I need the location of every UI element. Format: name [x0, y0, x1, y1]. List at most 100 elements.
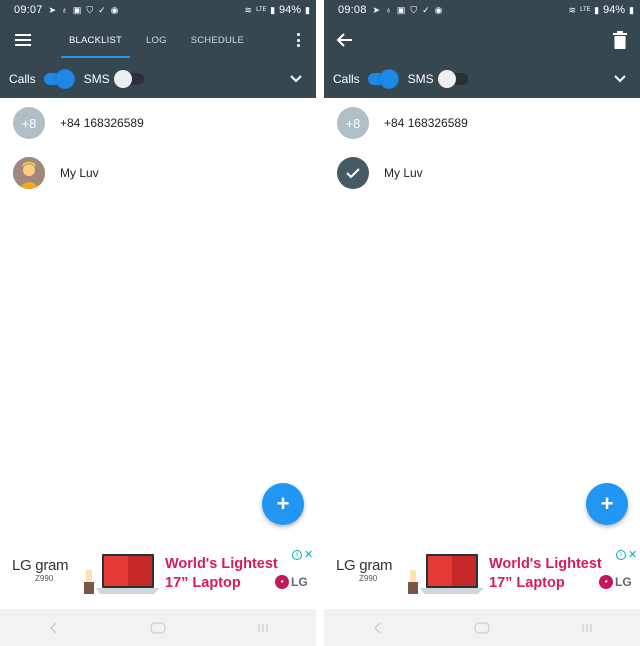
status-system: ≋ LTE ▮ 94% ▮ — [569, 4, 634, 16]
ad-banner[interactable]: LG gram Z990 World's Lightest 17” Laptop… — [0, 544, 316, 604]
battery-percent: 94% — [603, 4, 626, 16]
check-icon: ✓ — [98, 5, 106, 15]
status-system: ≋ LTE ▮ 94% ▮ — [245, 4, 310, 16]
image-icon: ▣ — [396, 5, 406, 15]
status-bar: 09:07 ➤ ♁ ▣ ⛉ ✓ ◉ ≋ LTE ▮ 94% ▮ — [0, 0, 316, 20]
avatar: +8 — [337, 107, 369, 139]
lg-logo-text: LG — [615, 575, 632, 589]
location-icon: ♁ — [385, 5, 392, 15]
ad-headline-line1: World's Lightest — [489, 556, 602, 572]
telegram-icon: ➤ — [48, 5, 57, 15]
check-icon: ✓ — [422, 5, 430, 15]
ad-headline-line1: World's Lightest — [165, 556, 278, 572]
person-photo-icon — [13, 157, 45, 189]
filter-bar: Calls SMS — [0, 60, 316, 98]
list-item[interactable]: +8 +84 168326589 — [0, 98, 316, 148]
image-icon: ▣ — [72, 5, 82, 15]
system-nav-bar — [324, 609, 640, 646]
ad-info-icon[interactable]: i — [292, 550, 302, 560]
lg-logo: ◕ LG — [599, 575, 632, 589]
sms-toggle[interactable] — [113, 70, 144, 88]
chevron-down-icon[interactable] — [614, 75, 626, 83]
system-nav-bar — [0, 609, 316, 646]
contact-label: My Luv — [384, 166, 423, 180]
lte-signal-icon: LTE — [256, 7, 267, 13]
nav-back-icon[interactable] — [38, 618, 68, 638]
laptop-image-icon — [84, 554, 160, 594]
ad-brand: LG gram — [12, 557, 69, 574]
sms-label: SMS — [407, 72, 434, 86]
location-icon: ♁ — [61, 5, 68, 15]
panel-divider — [316, 0, 324, 646]
status-time: 09:08 — [338, 4, 367, 16]
ad-model: Z990 — [359, 574, 378, 583]
contact-label: +84 168326589 — [60, 116, 144, 130]
contact-label: My Luv — [60, 166, 99, 180]
lg-logo-icon: ◕ — [275, 575, 289, 589]
nav-recents-icon[interactable] — [572, 618, 602, 638]
signal-icon: ▮ — [594, 5, 600, 15]
calls-toggle[interactable] — [43, 70, 74, 88]
menu-icon[interactable] — [15, 34, 31, 46]
telegram-icon: ➤ — [372, 5, 381, 15]
notification-icons: ➤ ♁ ▣ ⛉ ✓ ◉ — [49, 5, 119, 15]
nav-back-icon[interactable] — [362, 618, 392, 638]
ad-close-icon[interactable]: ✕ — [628, 548, 637, 561]
badge-icon: ◉ — [110, 5, 119, 15]
tab-log[interactable]: LOG — [134, 20, 179, 60]
battery-percent: 94% — [279, 4, 302, 16]
list-item[interactable]: My Luv — [0, 148, 316, 198]
sms-label: SMS — [83, 72, 110, 86]
battery-icon: ▮ — [629, 5, 634, 15]
battery-icon: ▮ — [305, 5, 310, 15]
nav-home-icon[interactable] — [467, 618, 497, 638]
checkmark-icon — [346, 168, 360, 179]
list-item-selected[interactable]: My Luv — [324, 148, 640, 198]
add-contact-button[interactable]: + — [262, 483, 304, 525]
selected-avatar — [337, 157, 369, 189]
nav-home-icon[interactable] — [143, 618, 173, 638]
ad-headline-line2: 17” Laptop — [165, 575, 241, 591]
plus-icon: + — [600, 491, 614, 516]
nav-recents-icon[interactable] — [248, 618, 278, 638]
delete-icon[interactable] — [612, 31, 628, 49]
more-options-icon[interactable] — [296, 33, 300, 47]
lte-signal-icon: LTE — [580, 7, 591, 13]
notification-icons: ➤ ♁ ▣ ⛉ ✓ ◉ — [373, 5, 443, 15]
plus-icon: + — [276, 491, 290, 516]
wifi-icon: ≋ — [244, 5, 253, 15]
ad-model: Z990 — [35, 574, 54, 583]
calls-label: Calls — [333, 72, 360, 86]
ad-close-icon[interactable]: ✕ — [304, 548, 313, 561]
badge-icon: ◉ — [434, 5, 443, 15]
lg-logo-icon: ◕ — [599, 575, 613, 589]
lg-logo-text: LG — [291, 575, 308, 589]
shield-icon: ⛉ — [410, 5, 418, 15]
sms-toggle[interactable] — [437, 70, 468, 88]
contact-label: +84 168326589 — [384, 116, 468, 130]
lg-logo: ◕ LG — [275, 575, 308, 589]
blacklist-list: +8 +84 168326589 My Luv — [324, 98, 640, 198]
chevron-down-icon[interactable] — [290, 75, 302, 83]
list-item[interactable]: +8 +84 168326589 — [324, 98, 640, 148]
shield-icon: ⛉ — [86, 5, 94, 15]
add-contact-button[interactable]: + — [586, 483, 628, 525]
screen-selection: 09:08 ➤ ♁ ▣ ⛉ ✓ ◉ ≋ LTE ▮ 94% ▮ Calls SM… — [324, 0, 640, 646]
ad-info-icon[interactable]: i — [616, 550, 626, 560]
screen-blacklist: 09:07 ➤ ♁ ▣ ⛉ ✓ ◉ ≋ LTE ▮ 94% ▮ BLACKLIS… — [0, 0, 316, 646]
status-time: 09:07 — [14, 4, 43, 16]
status-bar: 09:08 ➤ ♁ ▣ ⛉ ✓ ◉ ≋ LTE ▮ 94% ▮ — [324, 0, 640, 20]
back-arrow-icon[interactable] — [336, 31, 354, 49]
app-toolbar: BLACKLIST LOG SCHEDULE — [0, 20, 316, 60]
ad-headline-line2: 17” Laptop — [489, 575, 565, 591]
tab-blacklist[interactable]: BLACKLIST — [57, 20, 134, 60]
tab-schedule[interactable]: SCHEDULE — [179, 20, 256, 60]
avatar: +8 — [13, 107, 45, 139]
ad-banner[interactable]: LG gram Z990 World's Lightest 17” Laptop… — [324, 544, 640, 604]
ad-brand: LG gram — [336, 557, 393, 574]
wifi-icon: ≋ — [568, 5, 577, 15]
tab-bar: BLACKLIST LOG SCHEDULE — [57, 20, 256, 60]
avatar-photo — [13, 157, 45, 189]
selection-toolbar — [324, 20, 640, 60]
calls-toggle[interactable] — [367, 70, 398, 88]
